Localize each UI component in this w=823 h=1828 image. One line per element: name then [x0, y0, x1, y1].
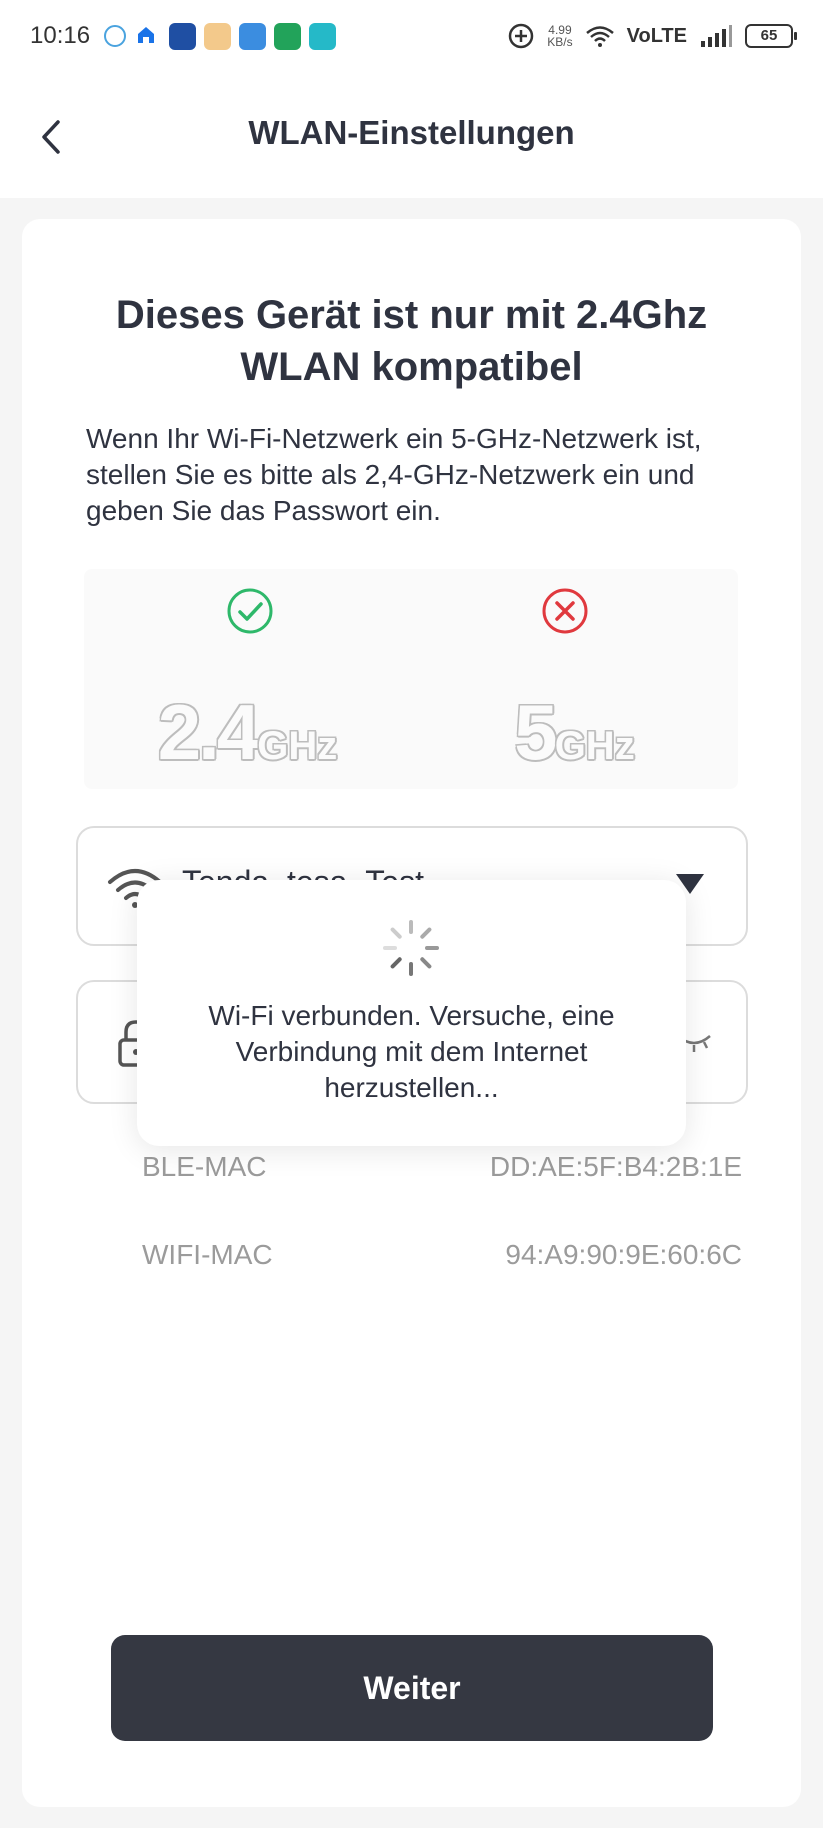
compatibility-title: Dieses Gerät ist nur mit 2.4Ghz WLAN kom…	[115, 293, 708, 389]
continue-button[interactable]: Weiter	[111, 1635, 713, 1741]
battery-indicator: 65	[745, 24, 797, 48]
loading-spinner-icon	[383, 920, 439, 976]
frequency-panel: 2.4GHz 5GHz	[84, 569, 738, 789]
data-saver-icon	[509, 23, 534, 49]
band-number: 2.4	[157, 688, 260, 776]
status-time: 10:16	[30, 22, 91, 49]
band-label: 5GHz	[411, 687, 738, 778]
network-speed: 4.99 KB/s	[547, 24, 572, 48]
amazon-app-icon	[204, 22, 232, 50]
clipboard-app-icon	[239, 22, 267, 50]
shield-app-icon	[274, 22, 302, 50]
check-circle-icon	[227, 588, 273, 634]
band-5ghz: 5GHz	[411, 569, 738, 789]
clock-app-icon	[104, 25, 127, 47]
status-bar: 10:16 4.99 KB/s VoLTE 65	[0, 0, 823, 72]
page-title: WLAN-Einstellungen	[248, 114, 575, 151]
band-number: 5	[514, 688, 557, 776]
video-app-icon	[169, 22, 197, 50]
signal-icon	[701, 25, 732, 47]
ble-mac-value: DD:AE:5F:B4:2B:1E	[489, 1151, 742, 1182]
band-unit: GHz	[257, 724, 338, 768]
band-2-4ghz: 2.4GHz	[84, 569, 411, 789]
arrow-app-icon	[309, 22, 337, 50]
status-left: 10:16	[30, 22, 337, 50]
volte-label: VoLTE	[626, 24, 687, 47]
speed-unit: KB/s	[547, 35, 573, 49]
wifi-mac-label: WIFI-MAC	[142, 1239, 273, 1270]
ble-mac-label: BLE-MAC	[142, 1151, 267, 1182]
app-header: WLAN-Einstellungen	[0, 72, 823, 198]
compatibility-description: Wenn Ihr Wi-Fi-Netzwerk ein 5-GHz-Netzwe…	[86, 423, 702, 526]
wifi-status-icon	[585, 26, 614, 47]
wifi-mac-value: 94:A9:90:9E:60:6C	[505, 1239, 742, 1270]
home-app-icon	[134, 23, 161, 50]
toast-message: Wi-Fi verbunden. Versuche, eine Verbindu…	[208, 1000, 615, 1103]
band-label: 2.4GHz	[84, 687, 411, 778]
band-unit: GHz	[554, 724, 635, 768]
loading-toast: Wi-Fi verbunden. Versuche, eine Verbindu…	[137, 880, 686, 1146]
x-circle-icon	[542, 588, 588, 634]
status-right: 4.99 KB/s VoLTE 65	[507, 22, 797, 50]
